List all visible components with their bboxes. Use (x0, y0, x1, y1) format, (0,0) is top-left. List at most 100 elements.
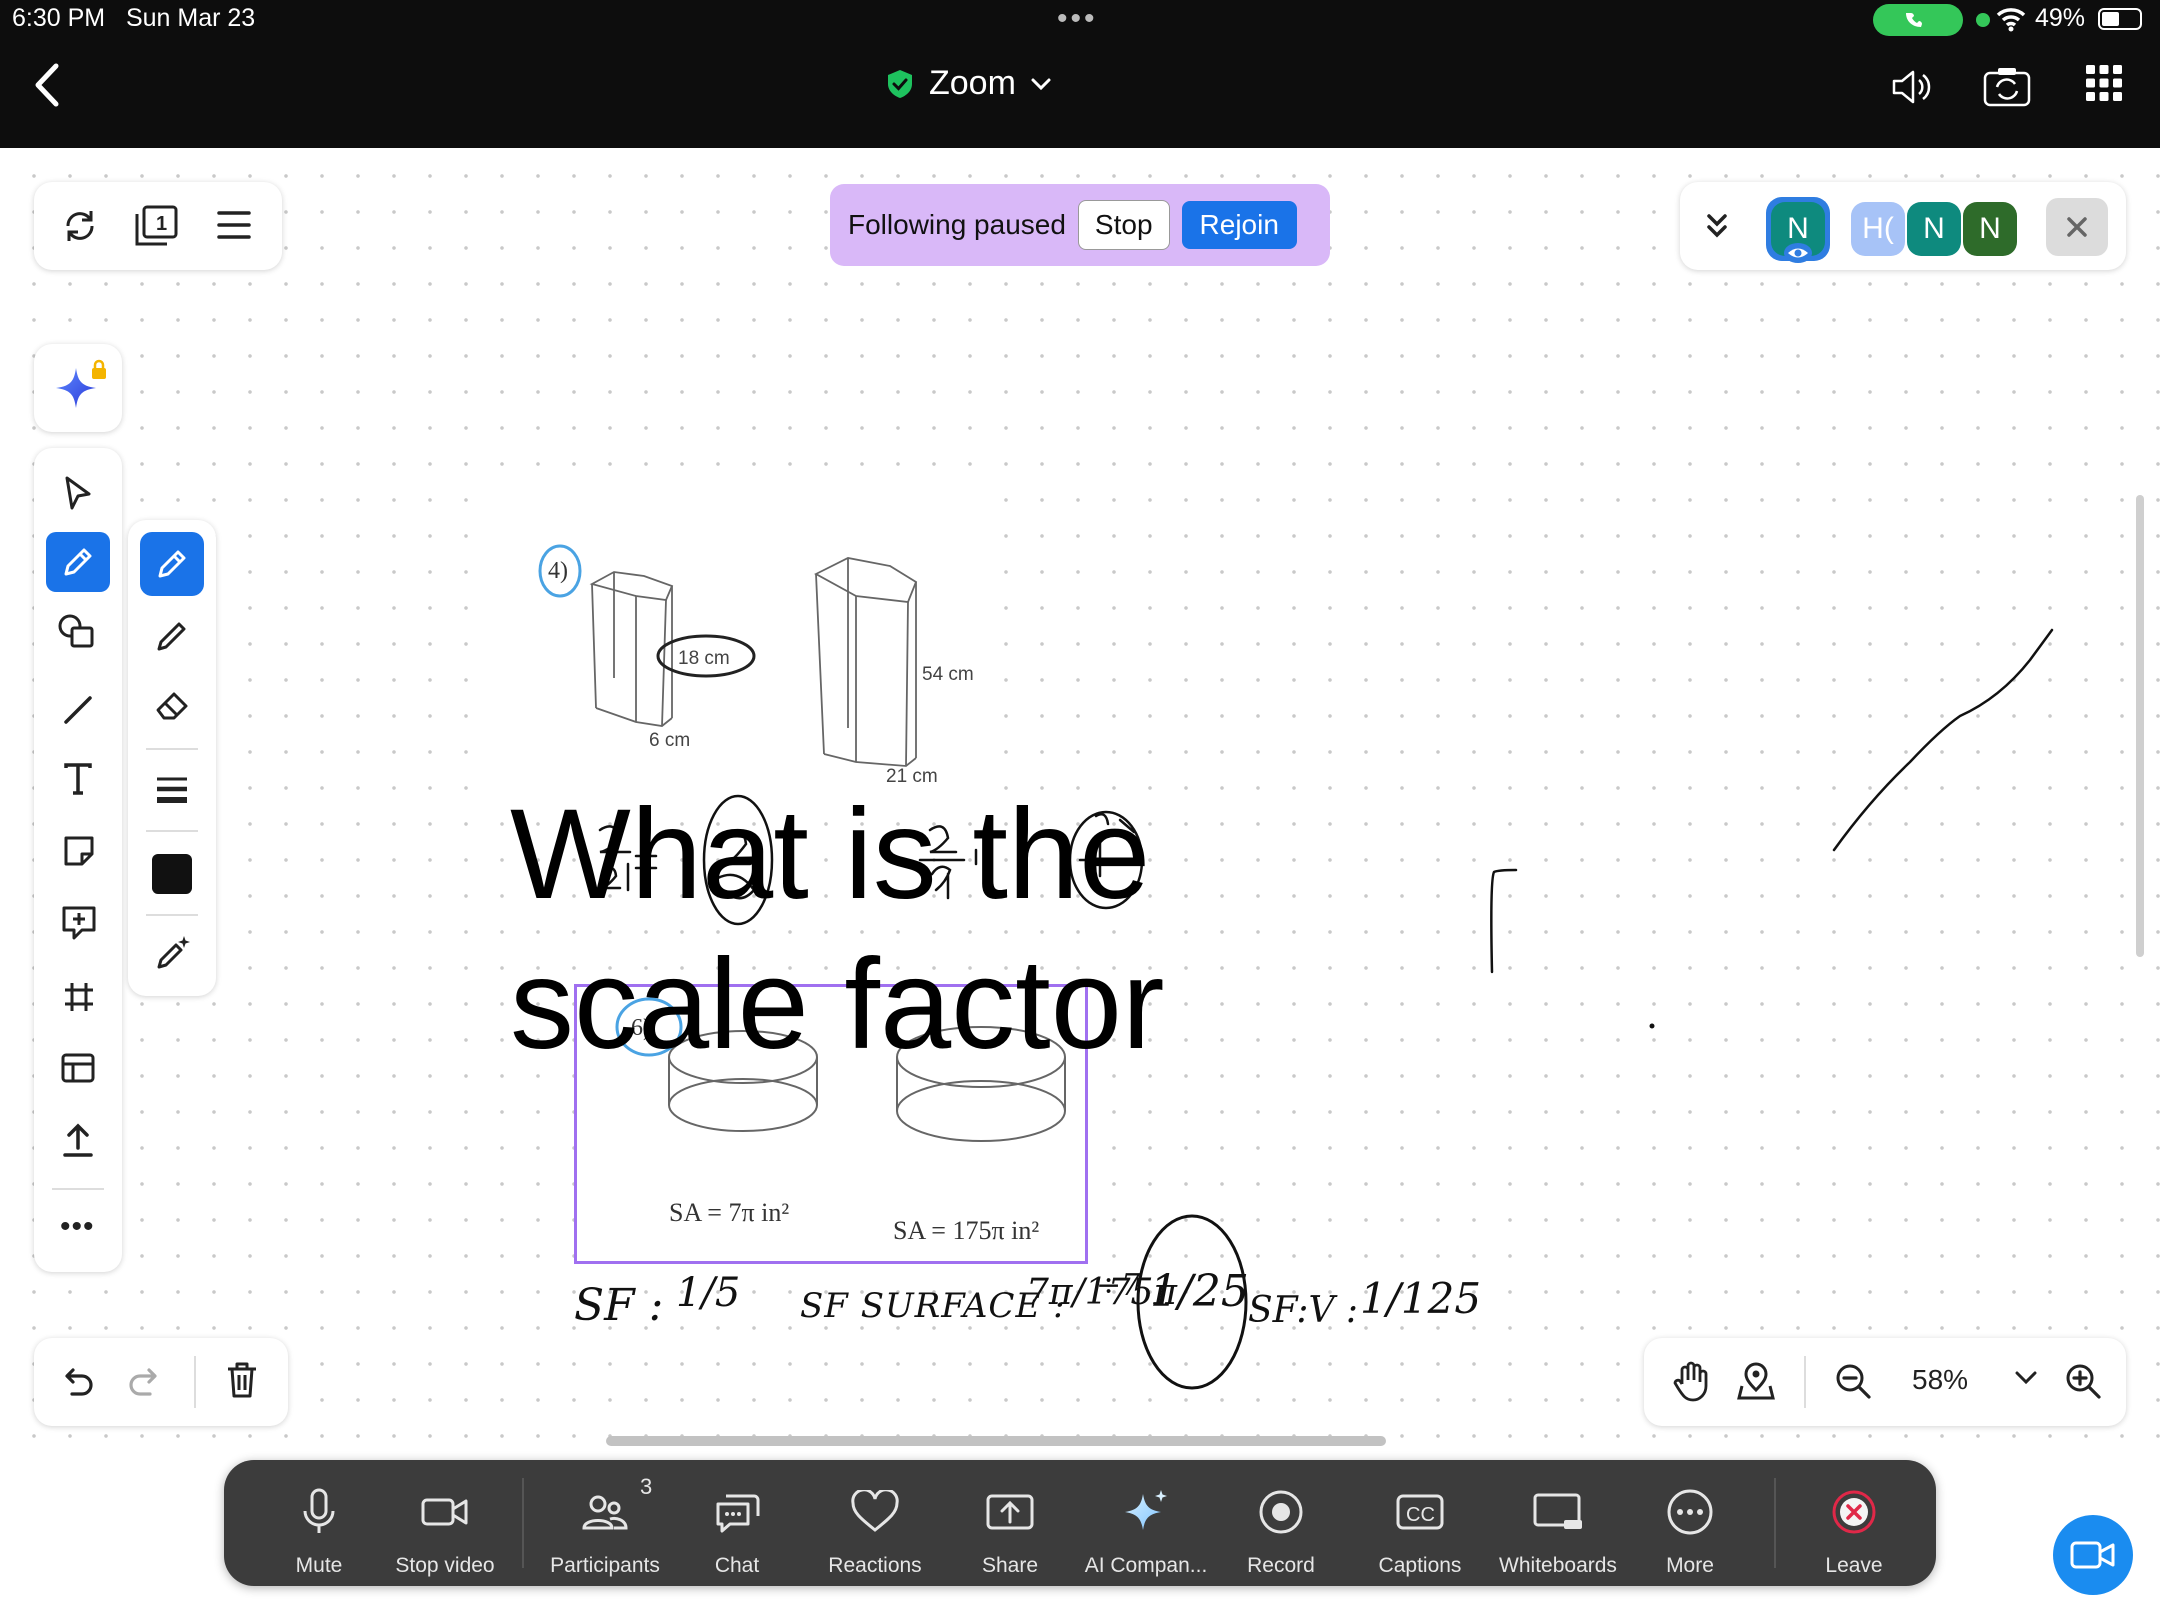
zoom-level[interactable]: 58% (1912, 1364, 1968, 1396)
refresh-icon[interactable] (60, 206, 100, 246)
reactions-button[interactable]: Reactions (810, 1460, 940, 1586)
sf-value-handwriting: 1/5 (676, 1270, 741, 1316)
ai-companion-panel[interactable] (34, 344, 122, 432)
microphone-icon (303, 1488, 335, 1533)
title-text: Zoom (929, 64, 1016, 102)
pages-icon[interactable]: 1 (132, 204, 180, 248)
location-pin-icon[interactable] (1736, 1360, 1776, 1402)
select-cursor-icon[interactable] (60, 474, 96, 514)
redo-icon[interactable] (126, 1362, 164, 1400)
hand-pan-icon[interactable] (1670, 1360, 1710, 1402)
share-icon (986, 1494, 1034, 1530)
ai-sparkle-icon (56, 359, 106, 408)
stop-button[interactable]: Stop (1077, 200, 1170, 250)
divider (52, 1188, 104, 1190)
captions-button[interactable]: CC Captions (1360, 1460, 1480, 1586)
collapse-chevrons-icon[interactable] (1702, 210, 1732, 242)
pen-options-panel (128, 520, 216, 996)
undo-icon[interactable] (58, 1362, 96, 1400)
ai-sparkle-icon (1125, 1490, 1167, 1530)
more-button[interactable]: More (1640, 1460, 1740, 1586)
chevron-down-icon[interactable] (2014, 1370, 2038, 1386)
sfv-handwriting: SF:V : (1248, 1290, 1359, 1331)
pencil-icon[interactable] (154, 618, 190, 654)
vertical-scrollbar[interactable] (2136, 495, 2144, 957)
multitasking-dots-icon[interactable]: ••• (1057, 2, 1098, 36)
template-icon[interactable] (60, 1052, 96, 1084)
divider (146, 748, 198, 750)
pen-tool-button[interactable] (46, 532, 110, 592)
record-button[interactable]: Record (1224, 1460, 1338, 1586)
small-height-label: 18 cm (678, 648, 730, 669)
sa-large-label: SA = 175π in² (893, 1216, 1039, 1245)
trash-icon[interactable] (224, 1360, 260, 1400)
avatar-user[interactable]: H( (1851, 202, 1905, 256)
eraser-icon[interactable] (152, 688, 192, 724)
pen-type-button[interactable] (140, 532, 204, 596)
ai-companion-button[interactable]: AI Compan... (1076, 1460, 1216, 1586)
more-icon (1667, 1489, 1713, 1535)
share-button[interactable]: Share (960, 1460, 1060, 1586)
more-tools-icon[interactable]: ••• (60, 1210, 95, 1244)
avatar-user[interactable]: N (1963, 202, 2017, 256)
text-tool-icon[interactable] (62, 762, 94, 796)
magic-pen-icon[interactable] (154, 934, 192, 972)
comment-icon[interactable] (60, 904, 98, 942)
divider (146, 830, 198, 832)
problem-4-image[interactable]: 4) 18 cm 6 cm 54 cm 21 cm (476, 478, 986, 792)
meeting-title[interactable]: Zoom (885, 64, 1052, 103)
active-call-pill[interactable] (1873, 4, 1963, 36)
participants-count-badge: 3 (640, 1474, 653, 1499)
whiteboard-text-box[interactable]: What is the scale factor (510, 780, 1165, 1080)
top-bar: 6:30 PM Sun Mar 23 ••• 49% Zoom (0, 0, 2160, 148)
participants-icon (582, 1495, 628, 1530)
whiteboards-button[interactable]: Whiteboards (1488, 1460, 1628, 1586)
line-icon[interactable] (60, 692, 96, 728)
avatar-user[interactable]: N (1907, 202, 1961, 256)
text-line: What is the (510, 783, 1151, 926)
upload-icon[interactable] (62, 1122, 94, 1158)
horizontal-scrollbar[interactable] (606, 1436, 1386, 1446)
mute-button[interactable]: Mute (264, 1460, 374, 1586)
shapes-icon[interactable] (56, 612, 100, 652)
back-chevron-icon[interactable] (30, 60, 64, 110)
leave-button[interactable]: Leave (1804, 1460, 1904, 1586)
status-time: 6:30 PM Sun Mar 23 (12, 4, 256, 32)
eye-icon (1784, 243, 1812, 263)
divider (194, 1356, 196, 1408)
speaker-icon[interactable] (1888, 64, 1934, 110)
chevron-down-icon (1031, 78, 1051, 90)
sa-small-label: SA = 7π in² (669, 1198, 789, 1227)
chat-button[interactable]: Chat (682, 1460, 792, 1586)
hexagonal-prisms-figure: 4) 18 cm 6 cm 54 cm 21 cm (538, 544, 974, 787)
divider (522, 1478, 524, 1568)
board-actions-panel: 1 (34, 182, 282, 270)
apps-grid-icon[interactable] (2085, 64, 2123, 102)
tools-toolbar: ••• (34, 448, 122, 1272)
switch-camera-icon[interactable] (1982, 64, 2032, 110)
frame-icon[interactable] (62, 980, 96, 1014)
self-view-camera-button[interactable] (2053, 1515, 2133, 1595)
large-height-label: 54 cm (922, 664, 974, 685)
cc-icon: CC (1396, 1494, 1444, 1530)
leave-icon (1832, 1490, 1876, 1534)
stop-video-button[interactable]: Stop video (380, 1460, 510, 1586)
pen-icon (64, 548, 92, 576)
video-camera-icon (2070, 1541, 2115, 1569)
banner-text: Following paused (848, 209, 1066, 240)
small-base-label: 6 cm (649, 730, 690, 751)
rejoin-button[interactable]: Rejoin (1181, 201, 1297, 249)
sticky-note-icon[interactable] (62, 834, 96, 868)
video-camera-icon (421, 1498, 468, 1526)
stroke-width-icon[interactable] (154, 772, 190, 808)
color-swatch[interactable] (152, 854, 192, 894)
stray-strokes (1490, 628, 2054, 1029)
close-icon (2067, 217, 2087, 237)
menu-icon[interactable] (216, 208, 252, 242)
shield-check-icon (888, 69, 912, 98)
close-panel-button[interactable] (2046, 198, 2108, 256)
zoom-out-icon[interactable] (1834, 1362, 1872, 1400)
sf-handwriting: SF : (574, 1280, 664, 1331)
answer-handwriting: 1/25 (1150, 1266, 1249, 1317)
zoom-in-icon[interactable] (2064, 1362, 2102, 1400)
